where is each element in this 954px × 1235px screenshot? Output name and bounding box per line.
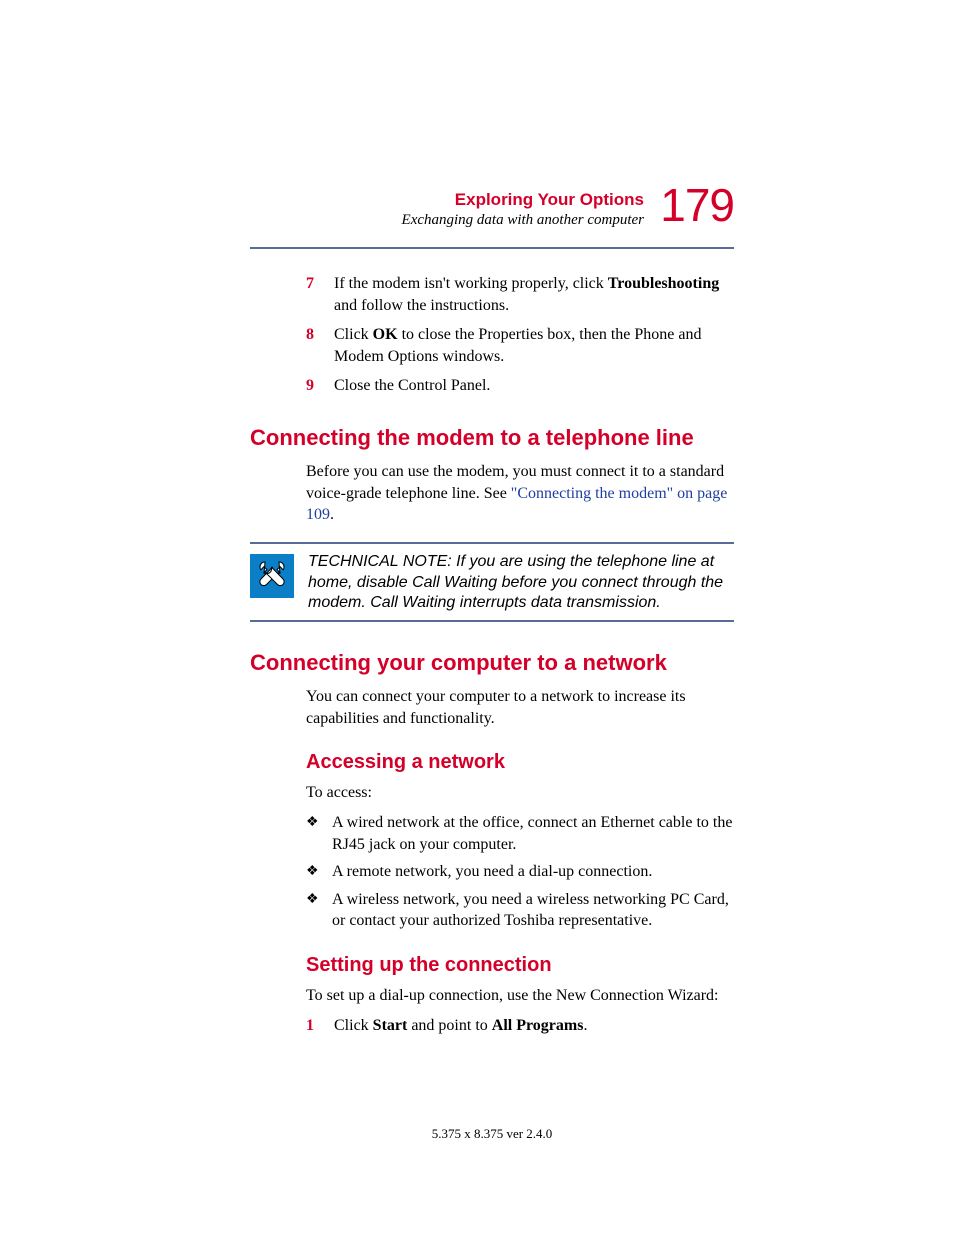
section-title: Exchanging data with another computer (250, 212, 644, 229)
bullet-item: ❖ A wireless network, you need a wireles… (306, 889, 734, 932)
bullet-text: A wired network at the office, connect a… (332, 812, 734, 855)
wrench-icon (250, 554, 294, 598)
bullet-text: A wireless network, you need a wireless … (332, 889, 734, 932)
step-1: 1 Click Start and point to All Programs. (306, 1015, 734, 1037)
bullet-item: ❖ A wired network at the office, connect… (306, 812, 734, 855)
page-number: 179 (660, 178, 734, 232)
heading-setting-up-connection: Setting up the connection (306, 954, 734, 977)
chapter-title: Exploring Your Options (250, 190, 644, 210)
step-8: 8 Click OK to close the Properties box, … (306, 324, 734, 367)
t3: . (583, 1017, 587, 1034)
diamond-icon: ❖ (306, 861, 332, 883)
step-body: If the modem isn't working properly, cli… (334, 273, 734, 316)
para-post: . (330, 506, 334, 523)
note-text: TECHNICAL NOTE: If you are using the tel… (308, 550, 734, 614)
page-container: 179 Exploring Your Options Exchanging da… (0, 0, 954, 1222)
para-network: You can connect your computer to a netwo… (306, 686, 734, 729)
diamond-icon: ❖ (306, 812, 332, 855)
page-header: 179 Exploring Your Options Exchanging da… (250, 190, 734, 229)
step-body: Close the Control Panel. (334, 375, 734, 397)
step-7: 7 If the modem isn't working properly, c… (306, 273, 734, 316)
note-rule-bottom (250, 620, 734, 622)
step-post: and follow the instructions. (334, 297, 509, 314)
step-body: Click OK to close the Properties box, th… (334, 324, 734, 367)
b1: Start (373, 1017, 408, 1034)
technical-note: TECHNICAL NOTE: If you are using the tel… (250, 542, 734, 622)
note-row: TECHNICAL NOTE: If you are using the tel… (250, 544, 734, 620)
header-rule (250, 247, 734, 249)
footer-version: 5.375 x 8.375 ver 2.4.0 (250, 1126, 734, 1142)
para-to-access: To access: (306, 782, 734, 804)
step-number: 8 (306, 324, 334, 367)
step-number: 9 (306, 375, 334, 397)
heading-accessing-network: Accessing a network (306, 751, 734, 774)
step-bold: Troubleshooting (608, 275, 719, 292)
note-label: TECHNICAL NOTE: (308, 553, 456, 570)
b2: All Programs (492, 1017, 584, 1034)
step-pre: Click (334, 326, 373, 343)
diamond-icon: ❖ (306, 889, 332, 932)
t2: and point to (407, 1017, 491, 1034)
step-number: 1 (306, 1015, 334, 1037)
step-body: Click Start and point to All Programs. (334, 1015, 734, 1037)
bullet-text: A remote network, you need a dial-up con… (332, 861, 734, 883)
step-pre: Close the Control Panel. (334, 377, 490, 394)
heading-connecting-modem: Connecting the modem to a telephone line (250, 425, 734, 451)
step-number: 7 (306, 273, 334, 316)
step-9: 9 Close the Control Panel. (306, 375, 734, 397)
step-bold: OK (373, 326, 398, 343)
step-pre: If the modem isn't working properly, cli… (334, 275, 608, 292)
t1: Click (334, 1017, 373, 1034)
para-modem: Before you can use the modem, you must c… (306, 461, 734, 526)
bullet-item: ❖ A remote network, you need a dial-up c… (306, 861, 734, 883)
heading-connecting-network: Connecting your computer to a network (250, 650, 734, 676)
para-wizard: To set up a dial-up connection, use the … (306, 985, 734, 1007)
